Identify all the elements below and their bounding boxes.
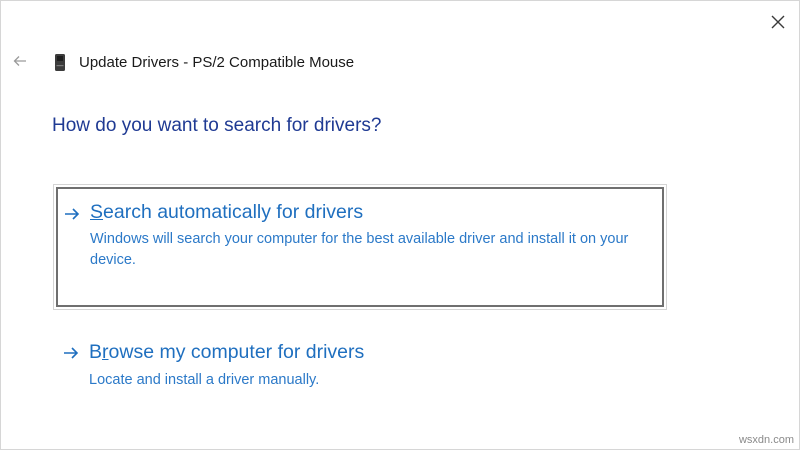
watermark-text: wsxdn.com <box>738 434 794 446</box>
search-automatically-description: Windows will search your computer for th… <box>90 231 629 268</box>
browse-computer-title: Browse my computer for drivers <box>89 341 364 364</box>
search-automatically-title: Search automatically for drivers <box>90 201 363 224</box>
close-button[interactable] <box>765 9 791 35</box>
search-automatically-option[interactable]: Search automatically for drivers Windows… <box>53 184 667 310</box>
back-button[interactable] <box>10 51 30 71</box>
option-title-prefix: B <box>89 341 103 363</box>
page-heading: How do you want to search for drivers? <box>52 115 382 136</box>
mouse-device-icon <box>53 52 67 72</box>
browse-computer-description: Locate and install a driver manually. <box>89 372 320 388</box>
arrow-right-icon <box>64 347 79 359</box>
update-drivers-dialog: Update Drivers - PS/2 Compatible Mouse H… <box>0 0 800 450</box>
arrow-right-icon <box>65 208 80 220</box>
close-icon <box>771 15 785 29</box>
option-title-text: owse my computer for drivers <box>108 341 365 363</box>
access-key-letter: S <box>90 201 104 223</box>
dialog-title-row: Update Drivers - PS/2 Compatible Mouse <box>53 51 354 73</box>
dialog-title: Update Drivers - PS/2 Compatible Mouse <box>79 53 355 71</box>
back-arrow-icon <box>13 56 26 66</box>
browse-computer-option[interactable]: Browse my computer for drivers Locate an… <box>53 334 667 404</box>
option-title-text: earch automatically for drivers <box>103 201 364 223</box>
